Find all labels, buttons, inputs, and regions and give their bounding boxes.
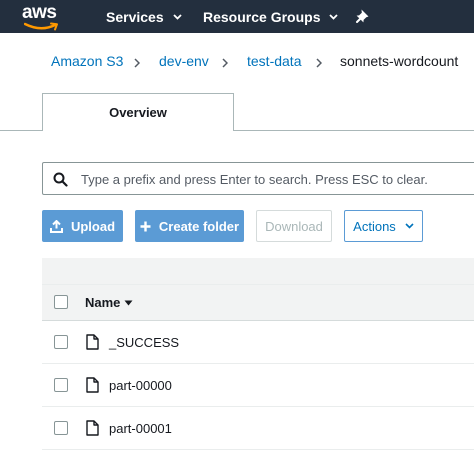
table-toolbar bbox=[42, 258, 474, 284]
breadcrumb-current: sonnets-wordcount bbox=[340, 53, 459, 69]
download-label: Download bbox=[265, 218, 323, 234]
aws-logo[interactable]: aws bbox=[22, 2, 66, 31]
chevron-down-icon bbox=[172, 13, 182, 20]
chevron-right-icon bbox=[134, 55, 141, 71]
aws-logo-text: aws bbox=[22, 2, 57, 23]
create-folder-button[interactable]: Create folder bbox=[135, 210, 244, 242]
table-row[interactable]: part-00000 bbox=[42, 364, 474, 407]
upload-label: Upload bbox=[70, 218, 116, 234]
sort-caret-down-icon bbox=[124, 300, 133, 306]
column-header-name[interactable]: Name bbox=[85, 295, 133, 310]
chevron-down-icon bbox=[329, 13, 339, 20]
upload-button[interactable]: Upload bbox=[42, 210, 123, 242]
breadcrumb-dev-env[interactable]: dev-env bbox=[159, 53, 209, 69]
row-checkbox[interactable] bbox=[54, 378, 68, 392]
tab-overview[interactable]: Overview bbox=[42, 93, 234, 131]
aws-smile-icon bbox=[24, 22, 58, 31]
search-input[interactable] bbox=[81, 169, 471, 189]
row-checkbox[interactable] bbox=[54, 335, 68, 349]
resource-groups-menu[interactable]: Resource Groups bbox=[203, 0, 339, 33]
actions-dropdown[interactable]: Actions bbox=[344, 210, 423, 242]
chevron-right-icon bbox=[222, 55, 229, 71]
download-button[interactable]: Download bbox=[256, 210, 332, 242]
chevron-down-icon bbox=[405, 223, 414, 229]
upload-icon bbox=[49, 219, 63, 233]
actions-label: Actions bbox=[353, 218, 396, 234]
file-name[interactable]: _SUCCESS bbox=[109, 335, 179, 350]
search-box bbox=[42, 162, 474, 195]
plus-icon bbox=[140, 221, 151, 232]
create-folder-label: Create folder bbox=[158, 218, 240, 234]
file-icon bbox=[86, 334, 99, 350]
file-name[interactable]: part-00000 bbox=[109, 378, 172, 393]
tab-overview-label: Overview bbox=[109, 105, 167, 120]
breadcrumb-amazon-s3[interactable]: Amazon S3 bbox=[51, 53, 123, 69]
file-icon bbox=[86, 420, 99, 436]
breadcrumb-test-data[interactable]: test-data bbox=[247, 53, 301, 69]
resource-groups-label: Resource Groups bbox=[203, 8, 321, 25]
pin-icon[interactable] bbox=[355, 8, 371, 24]
table-row[interactable]: part-00001 bbox=[42, 407, 474, 450]
file-icon bbox=[86, 377, 99, 393]
table-header: Name bbox=[42, 284, 474, 321]
top-nav-bar: aws Services Resource Groups bbox=[0, 0, 474, 33]
row-checkbox[interactable] bbox=[54, 421, 68, 435]
column-header-name-label: Name bbox=[85, 295, 121, 310]
file-name[interactable]: part-00001 bbox=[109, 421, 172, 436]
services-menu[interactable]: Services bbox=[106, 0, 182, 33]
search-icon bbox=[53, 172, 68, 187]
services-label: Services bbox=[106, 8, 164, 25]
chevron-right-icon bbox=[316, 55, 323, 71]
table-row[interactable]: _SUCCESS bbox=[42, 321, 474, 364]
select-all-checkbox[interactable] bbox=[54, 295, 68, 309]
